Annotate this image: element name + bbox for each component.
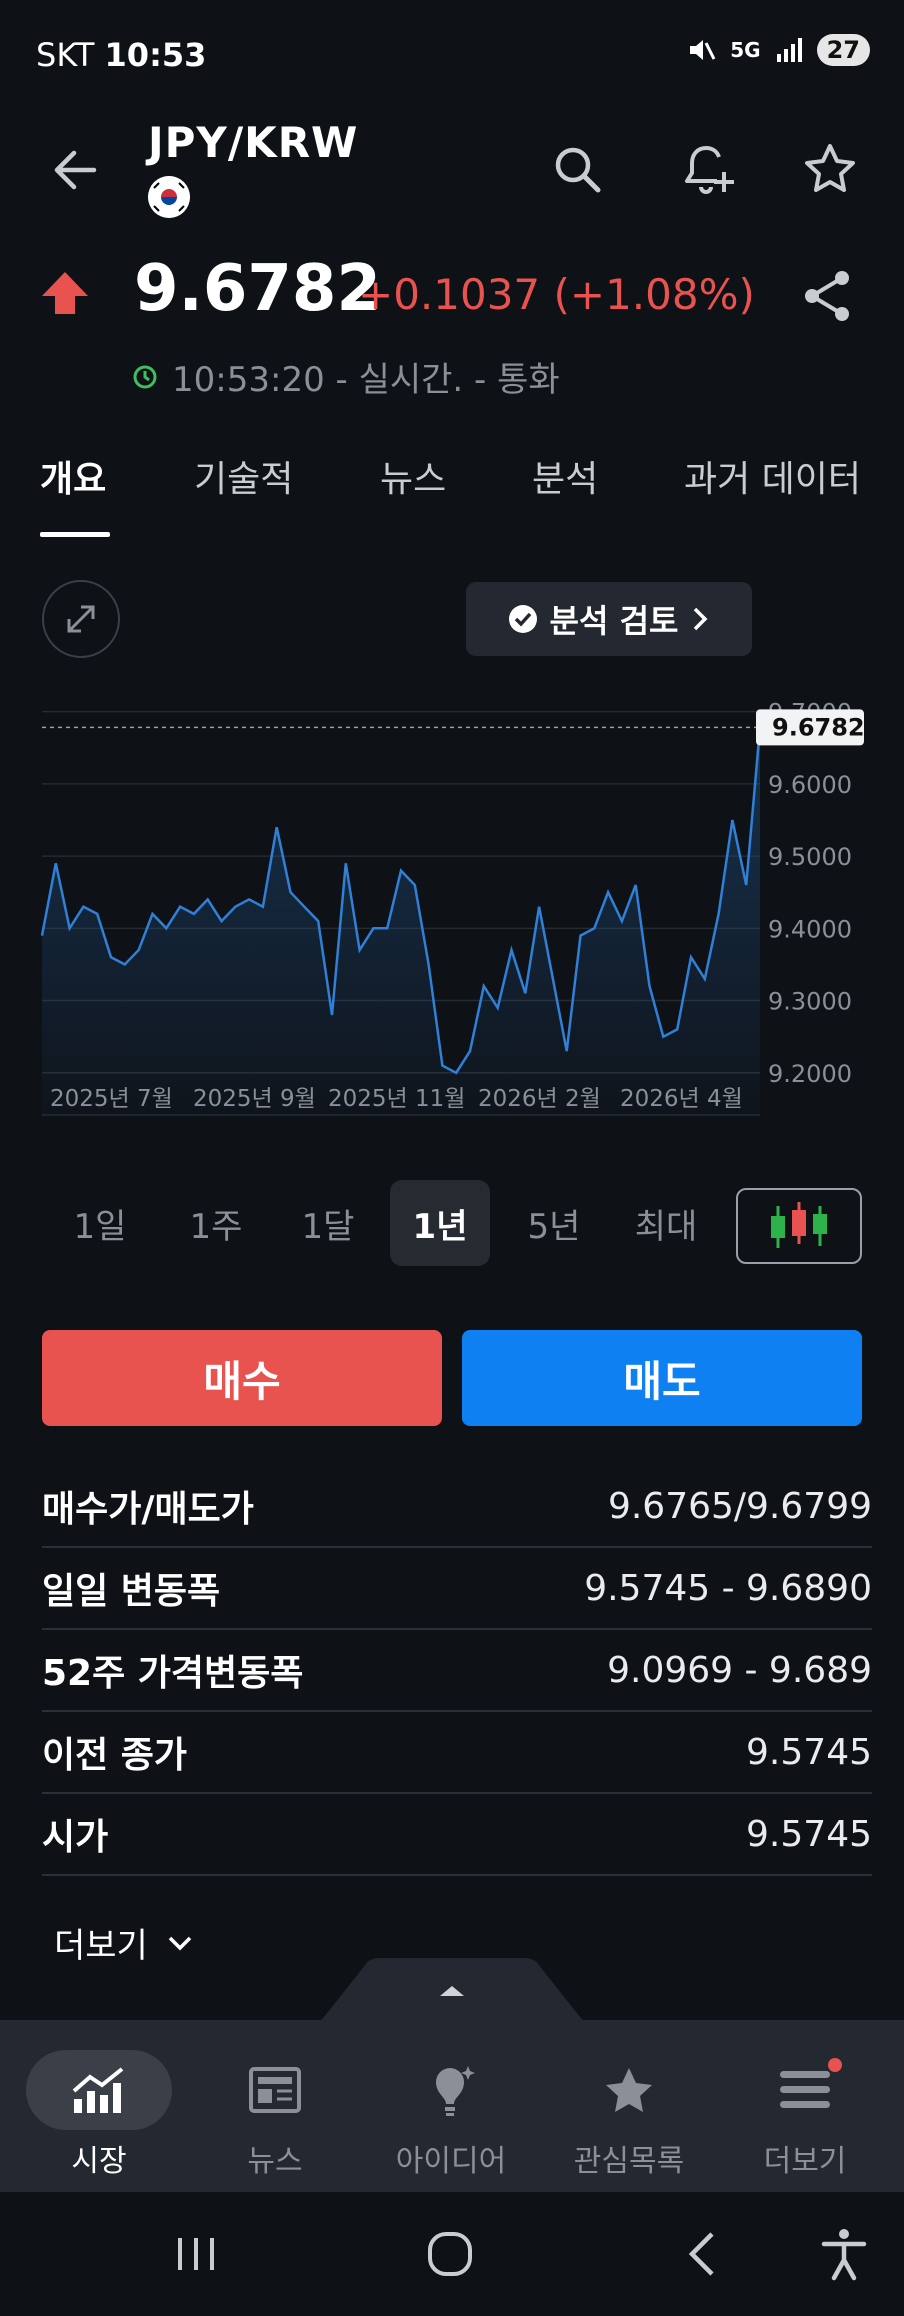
expand-chart-button[interactable] <box>42 580 120 658</box>
current-price-badge: 9.6782 <box>756 709 865 746</box>
quote-timestamp-row: 10:53:20 - 실시간. - 통화 <box>132 352 560 401</box>
lightbulb-icon <box>436 2066 475 2116</box>
show-more-button[interactable]: 더보기 <box>54 1918 194 1967</box>
x-tick-label: 2026년 2월 <box>478 1086 601 1112</box>
watchlist-star-icon <box>606 2068 652 2112</box>
share-icon[interactable] <box>800 266 856 326</box>
x-tick-label: 2025년 9월 <box>193 1086 316 1112</box>
price-change: +0.1037 (+1.08%) <box>358 270 755 319</box>
tab-analysis[interactable]: 분석 <box>532 450 598 502</box>
candlestick-toggle-button[interactable] <box>736 1188 862 1264</box>
y-tick-label: 9.5000 <box>768 843 852 871</box>
search-icon[interactable] <box>546 138 610 202</box>
network-type: 5G <box>730 38 761 62</box>
key-stats-table: 매수가/매도가 9.6765/9.6799 일일 변동폭 9.5745 - 9.… <box>42 1466 872 1876</box>
expand-panel-handle[interactable] <box>320 1958 584 2022</box>
signal-icon <box>776 38 802 62</box>
chevron-right-icon <box>694 607 708 631</box>
period-1m[interactable]: 1달 <box>276 1180 380 1266</box>
status-bar: SKT 10:53 5G 27 <box>0 0 904 110</box>
stat-label: 이전 종가 <box>42 1735 188 1776</box>
favorite-star-icon[interactable] <box>798 138 862 202</box>
carrier: SKT <box>36 36 95 74</box>
markets-chart-icon <box>72 2067 124 2113</box>
period-1y[interactable]: 1년 <box>390 1180 490 1266</box>
y-tick-label: 9.4000 <box>768 915 852 943</box>
sell-button[interactable]: 매도 <box>462 1330 862 1426</box>
tab-news[interactable]: 뉴스 <box>380 450 446 502</box>
y-tick-label: 9.6000 <box>768 771 852 799</box>
nav-news[interactable]: 뉴스 <box>190 2020 360 2192</box>
period-1w[interactable]: 1주 <box>164 1180 268 1266</box>
check-circle-icon <box>508 605 537 633</box>
x-tick-label: 2025년 7월 <box>50 1086 173 1112</box>
stat-value: 9.5745 - 9.6890 <box>584 1567 872 1609</box>
nav-more[interactable]: 더보기 <box>720 2020 890 2192</box>
bottom-navigation: 시장 뉴스 아이디어 관심목록 더보기 <box>0 2020 904 2192</box>
y-tick-label: 9.3000 <box>768 988 852 1016</box>
current-price-label: 9.6782 <box>772 713 865 741</box>
stat-label: 52주 가격변동폭 <box>42 1653 304 1694</box>
stat-value: 9.5745 <box>746 1813 872 1855</box>
add-alert-bell-icon[interactable] <box>674 138 738 202</box>
analysis-review-button[interactable]: 분석 검토 <box>466 582 752 656</box>
price-up-arrow-icon <box>42 272 88 314</box>
quote-timestamp: 10:53:20 - 실시간. - 통화 <box>172 360 560 400</box>
candlestick-icon <box>771 1202 827 1248</box>
nav-label: 더보기 <box>763 2144 847 2179</box>
recent-apps-icon[interactable] <box>164 2222 228 2286</box>
nav-label: 관심목록 <box>573 2144 685 2179</box>
show-more-label: 더보기 <box>54 1926 148 1966</box>
x-tick-label: 2025년 11월 <box>328 1086 465 1112</box>
home-icon[interactable] <box>418 2222 482 2286</box>
nav-ideas[interactable]: 아이디어 <box>366 2020 536 2192</box>
stat-row-52-week-range: 52주 가격변동폭 9.0969 - 9.689 <box>42 1630 872 1712</box>
stat-row-day-range: 일일 변동폭 9.5745 - 9.6890 <box>42 1548 872 1630</box>
stat-label: 매수가/매도가 <box>42 1489 254 1530</box>
nav-label: 시장 <box>71 2144 127 2179</box>
expand-icon <box>67 605 95 633</box>
period-selector: 1일 1주 1달 1년 5년 최대 <box>0 1180 904 1270</box>
system-navigation-bar <box>0 2192 904 2316</box>
tab-technical[interactable]: 기술적 <box>194 450 293 502</box>
nav-label: 아이디어 <box>395 2144 507 2179</box>
stat-row-open: 시가 9.5745 <box>42 1794 872 1876</box>
stat-value: 9.5745 <box>746 1731 872 1773</box>
stat-value: 9.0969 - 9.689 <box>607 1649 872 1691</box>
analysis-review-label: 분석 검토 <box>549 602 679 640</box>
nav-markets[interactable]: 시장 <box>14 2020 184 2192</box>
nav-watchlist[interactable]: 관심목록 <box>544 2020 714 2192</box>
accessibility-icon[interactable] <box>812 2222 876 2286</box>
tab-historical-data[interactable]: 과거 데이터 <box>684 450 861 502</box>
mute-icon <box>690 40 716 60</box>
tab-overview[interactable]: 개요 <box>40 450 106 502</box>
period-max[interactable]: 최대 <box>614 1180 718 1266</box>
section-tabs: 개요 기술적 뉴스 분석 과거 데이터 <box>0 440 904 540</box>
price-chart[interactable]: 9.20009.30009.40009.50009.60009.7000 202… <box>0 680 904 1140</box>
clock-icon <box>133 365 157 388</box>
stat-label: 일일 변동폭 <box>42 1571 221 1612</box>
clock-time: 10:53 <box>104 36 207 74</box>
instrument-symbol: JPY/KRW <box>148 118 359 167</box>
last-price: 9.6782 <box>134 252 381 326</box>
back-icon[interactable] <box>672 2222 736 2286</box>
korea-flag-icon <box>148 176 190 218</box>
stat-label: 시가 <box>42 1817 109 1858</box>
stat-row-bid-ask: 매수가/매도가 9.6765/9.6799 <box>42 1466 872 1548</box>
battery-indicator: 27 <box>816 34 870 66</box>
nav-label: 뉴스 <box>247 2144 303 2179</box>
newspaper-icon <box>249 2067 301 2113</box>
notification-dot <box>828 2058 842 2072</box>
period-1d[interactable]: 1일 <box>48 1180 152 1266</box>
active-tab-indicator <box>40 532 110 537</box>
y-tick-label: 9.2000 <box>768 1060 852 1088</box>
menu-icon <box>780 2071 830 2108</box>
x-tick-label: 2026년 4월 <box>620 1086 743 1112</box>
period-5y[interactable]: 5년 <box>502 1180 606 1266</box>
stat-value: 9.6765/9.6799 <box>607 1485 872 1527</box>
chevron-down-icon <box>168 1936 192 1950</box>
stat-row-previous-close: 이전 종가 9.5745 <box>42 1712 872 1794</box>
buy-button[interactable]: 매수 <box>42 1330 442 1426</box>
back-arrow-icon[interactable] <box>46 140 106 200</box>
